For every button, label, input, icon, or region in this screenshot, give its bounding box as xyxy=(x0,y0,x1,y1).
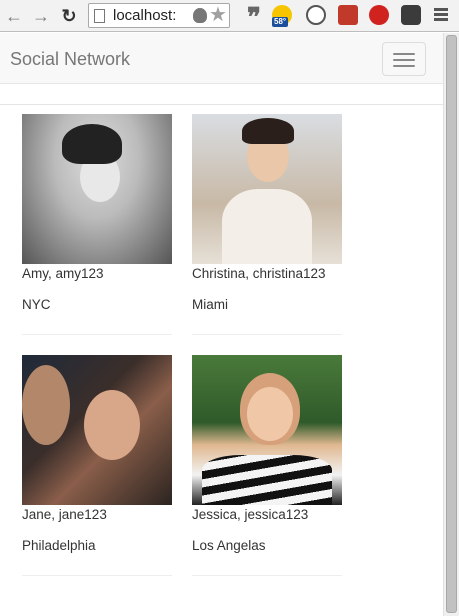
profile-photo-amy[interactable] xyxy=(22,114,172,264)
navbar: Social Network xyxy=(0,33,443,84)
person-name: Jessica, jessica123 xyxy=(192,507,309,522)
person-city: Philadelphia xyxy=(22,538,96,553)
person-card-amy: Amy, amy123 NYC xyxy=(22,114,172,335)
card-divider xyxy=(192,575,342,576)
navbar-brand[interactable]: Social Network xyxy=(10,49,130,70)
page-icon xyxy=(94,9,105,23)
chrome-menu-icon[interactable] xyxy=(434,8,448,22)
navbar-toggle-button[interactable] xyxy=(382,42,426,76)
card-divider xyxy=(22,575,172,576)
weather-extension-icon[interactable]: 58° xyxy=(272,5,292,27)
person-name: Amy, amy123 xyxy=(22,266,104,281)
back-arrow-icon[interactable]: ← xyxy=(4,6,24,26)
person-card-jane: Jane, jane123 Philadelphia xyxy=(22,355,172,576)
person-card-christina: Christina, christina123 Miami xyxy=(192,114,342,335)
person-city: Los Angelas xyxy=(192,538,266,553)
card-divider xyxy=(192,334,342,335)
phone-extension-icon[interactable] xyxy=(306,5,326,25)
forward-arrow-icon[interactable]: → xyxy=(31,6,51,26)
person-city: Miami xyxy=(192,297,228,312)
profile-photo-jessica[interactable] xyxy=(192,355,342,505)
person-city: NYC xyxy=(22,297,51,312)
profile-photo-christina[interactable] xyxy=(192,114,342,264)
red-extension-icon[interactable] xyxy=(338,5,358,25)
address-bar[interactable]: localhost: ★ xyxy=(88,3,230,28)
person-name: Christina, christina123 xyxy=(192,266,326,281)
scrollbar-thumb[interactable] xyxy=(446,35,457,613)
lightbulb-icon[interactable] xyxy=(193,8,207,23)
pocket-extension-icon[interactable] xyxy=(401,5,421,25)
browser-toolbar: ← → ↻ localhost: ★ ❞ 58° xyxy=(0,0,459,32)
card-divider xyxy=(22,334,172,335)
page-viewport: Social Network Amy, amy123 NYC Christina… xyxy=(0,33,443,616)
url-text[interactable]: localhost: xyxy=(113,7,195,24)
bookmark-star-icon[interactable]: ★ xyxy=(209,4,227,26)
reload-icon[interactable]: ↻ xyxy=(59,6,79,26)
person-card-jessica: Jessica, jessica123 Los Angelas xyxy=(192,355,342,576)
stop-extension-icon[interactable] xyxy=(369,5,389,25)
weather-temp: 58° xyxy=(272,17,289,27)
person-name: Jane, jane123 xyxy=(22,507,107,522)
profile-photo-jane[interactable] xyxy=(22,355,172,505)
content-divider xyxy=(0,104,443,105)
vertical-scrollbar[interactable] xyxy=(443,33,459,616)
quote-extension-icon[interactable]: ❞ xyxy=(244,4,264,30)
